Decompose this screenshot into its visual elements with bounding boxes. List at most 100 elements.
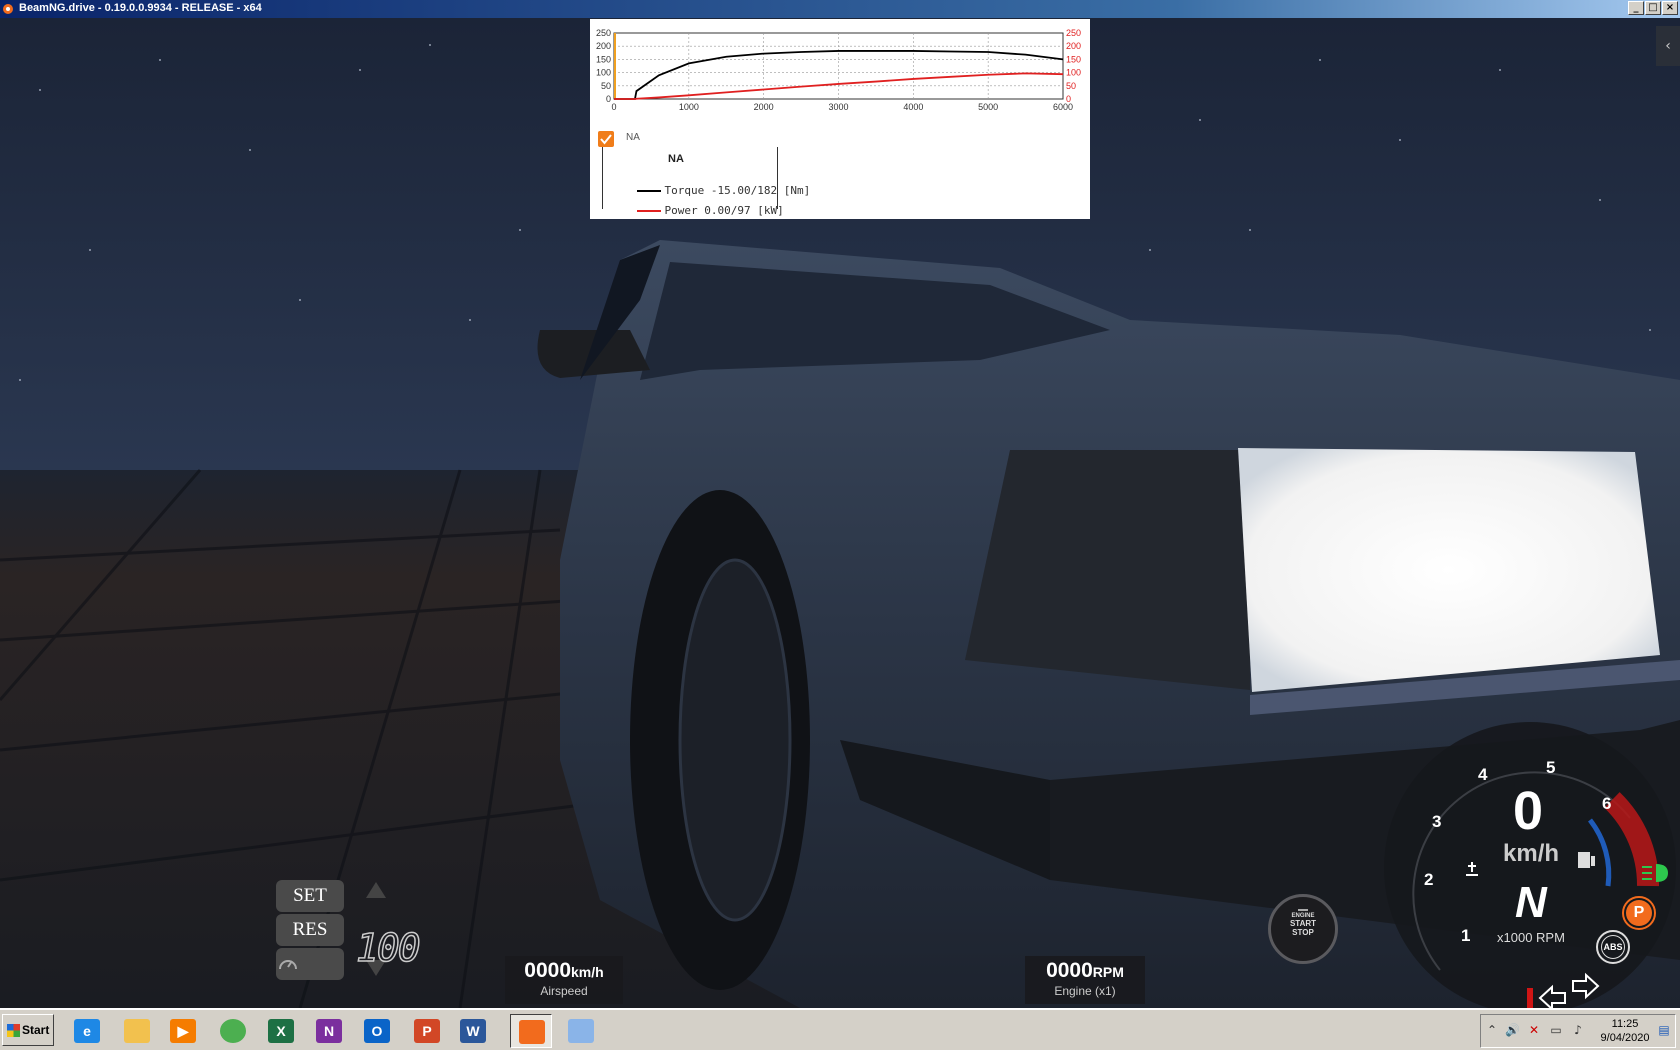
x-tick-label: 1000 bbox=[679, 102, 699, 112]
engine-rpm-readout: 0000RPM Engine (x1) bbox=[1025, 956, 1145, 1004]
legend-row-torque: Torque -15.00/182 [Nm] bbox=[610, 171, 810, 197]
engine-rpm-unit: RPM bbox=[1092, 964, 1124, 980]
chrome-icon bbox=[220, 1019, 246, 1043]
word-icon: W bbox=[460, 1019, 486, 1043]
windows-logo-icon bbox=[7, 1024, 20, 1037]
outlook-icon: O bbox=[364, 1019, 390, 1043]
taskbar-app-onenote[interactable]: N bbox=[308, 1014, 350, 1048]
maximize-button[interactable]: □ bbox=[1645, 1, 1661, 15]
torque-power-chart: 0 1000 2000 3000 4000 5000 6000050100150200250… bbox=[596, 28, 1081, 112]
turn-right-icon bbox=[1572, 972, 1600, 1000]
taskbar-app-word[interactable]: W bbox=[452, 1014, 494, 1048]
rpm-tick-4: 4 bbox=[1478, 765, 1488, 784]
y-tick-label: 50 bbox=[601, 81, 611, 91]
engine-start-stop-button[interactable]: ENGINE START STOP bbox=[1268, 894, 1338, 964]
y2-tick-label: 100 bbox=[1066, 68, 1081, 78]
legend-power-unit: [kW] bbox=[757, 204, 784, 217]
cruise-speed-display: 100 bbox=[355, 925, 421, 971]
cruise-res-button[interactable]: RES bbox=[276, 914, 344, 946]
checkmark-icon bbox=[600, 134, 612, 145]
start-button[interactable]: Start bbox=[2, 1014, 54, 1046]
y2-tick-label: 0 bbox=[1066, 94, 1071, 104]
start-label: Start bbox=[22, 1023, 50, 1037]
excel-icon: X bbox=[268, 1019, 294, 1043]
airspeed-label: Airspeed bbox=[540, 984, 588, 998]
na-checkbox-label: NA bbox=[626, 132, 640, 143]
taskbar-app-beamng[interactable] bbox=[510, 1014, 552, 1048]
y2-tick-label: 50 bbox=[1066, 81, 1076, 91]
x-tick-label: 4000 bbox=[903, 102, 923, 112]
beamng-icon bbox=[519, 1020, 545, 1044]
rpm-scale-label: x1000 RPM bbox=[1497, 930, 1565, 945]
speaker-icon[interactable]: 🔊 bbox=[1505, 1023, 1520, 1037]
x-tick-label: 5000 bbox=[978, 102, 998, 112]
torque-curve-panel: 0 1000 2000 3000 4000 5000 6000 0 50 100 150 200 250… bbox=[590, 19, 1090, 219]
legend-power-name: Power bbox=[664, 204, 698, 217]
na-checkbox[interactable] bbox=[598, 131, 614, 147]
speedometer-icon bbox=[279, 960, 297, 970]
rpm-tick-6: 6 bbox=[1602, 794, 1612, 813]
taskbar-app-file-explorer[interactable] bbox=[116, 1014, 158, 1048]
gear-indicator: N bbox=[1515, 878, 1547, 927]
y2-tick-label: 250 bbox=[1066, 28, 1081, 38]
powerpoint-icon: P bbox=[414, 1019, 440, 1043]
taskbar-app-media-player[interactable]: ▶ bbox=[162, 1014, 204, 1048]
y-tick-label: 250 bbox=[596, 28, 611, 38]
chevron-left-icon: ‹ bbox=[1665, 38, 1671, 54]
taskbar-app-excel[interactable]: X bbox=[260, 1014, 302, 1048]
legend-title: NA bbox=[668, 153, 684, 165]
minimize-button[interactable]: _ bbox=[1628, 1, 1644, 15]
sidebar-toggle-button[interactable]: ‹ bbox=[1656, 26, 1680, 66]
airspeed-readout: 0000km/h Airspeed bbox=[505, 956, 623, 1004]
battery-icon[interactable]: ▭ bbox=[1549, 1023, 1563, 1037]
y2-tick-label: 150 bbox=[1066, 54, 1081, 64]
y-tick-label: 200 bbox=[596, 41, 611, 51]
cruise-toggle-button[interactable] bbox=[276, 948, 344, 980]
x-tick-label: 3000 bbox=[828, 102, 848, 112]
volume-icon[interactable]: ♪ bbox=[1571, 1023, 1585, 1037]
y-tick-label: 150 bbox=[596, 54, 611, 64]
abs-label: ABS bbox=[1601, 935, 1625, 959]
taskbar-app-paint[interactable] bbox=[560, 1014, 602, 1048]
clock-date[interactable]: 9/04/2020 bbox=[1597, 1032, 1653, 1044]
rpm-tick-2: 2 bbox=[1424, 870, 1434, 889]
engine-temp-icon bbox=[1460, 840, 1482, 866]
legend-torque-unit: [Nm] bbox=[783, 184, 811, 197]
airspeed-unit: km/h bbox=[571, 964, 604, 980]
taskbar-app-powerpoint[interactable]: P bbox=[406, 1014, 448, 1048]
paint-icon bbox=[568, 1019, 594, 1043]
taskbar-app-outlook[interactable]: O bbox=[356, 1014, 398, 1048]
cruise-set-button[interactable]: SET bbox=[276, 880, 344, 912]
airspeed-value: 0000 bbox=[524, 959, 572, 982]
power-swatch bbox=[636, 210, 661, 212]
cruise-increase-button[interactable] bbox=[364, 880, 388, 900]
turn-left-icon bbox=[1538, 984, 1566, 1008]
start-stop-line2: START bbox=[1289, 919, 1317, 928]
legend-row-power: Power 0.00/97 [kW] bbox=[610, 191, 784, 217]
parking-brake-icon: P bbox=[1622, 896, 1656, 930]
taskbar-app-chrome[interactable] bbox=[212, 1014, 254, 1048]
start-stop-line3: STOP bbox=[1292, 928, 1314, 937]
onenote-icon: N bbox=[316, 1019, 342, 1043]
network-error-icon[interactable]: ✕ bbox=[1527, 1023, 1541, 1037]
beamng-app-icon bbox=[3, 4, 13, 14]
y2-tick-label: 200 bbox=[1066, 41, 1081, 51]
close-button[interactable]: × bbox=[1662, 1, 1678, 15]
chevron-up-icon[interactable]: ⌃ bbox=[1485, 1023, 1499, 1037]
y-tick-label: 0 bbox=[606, 94, 611, 104]
engine-rpm-value: 0000 bbox=[1046, 959, 1093, 982]
rpm-tick-5: 5 bbox=[1546, 758, 1556, 777]
rpm-tick-1: 1 bbox=[1461, 926, 1471, 945]
rpm-tick-3: 3 bbox=[1432, 812, 1442, 831]
show-desktop-icon[interactable]: ▤ bbox=[1657, 1023, 1671, 1037]
parking-brake-label: P bbox=[1626, 900, 1652, 926]
clock-time[interactable]: 11:25 bbox=[1603, 1018, 1647, 1030]
taskbar-app-internet-explorer[interactable]: e bbox=[66, 1014, 108, 1048]
speed-value: 0 bbox=[1513, 781, 1544, 841]
title-bar[interactable]: BeamNG.drive - 0.19.0.0.9934 - RELEASE -… bbox=[0, 0, 1680, 18]
internet-explorer-icon: e bbox=[74, 1019, 100, 1043]
window-title: BeamNG.drive - 0.19.0.0.9934 - RELEASE -… bbox=[19, 2, 262, 14]
x-tick-label: 0 bbox=[611, 102, 616, 112]
media-player-icon: ▶ bbox=[170, 1019, 196, 1043]
speed-unit: km/h bbox=[1503, 840, 1560, 867]
